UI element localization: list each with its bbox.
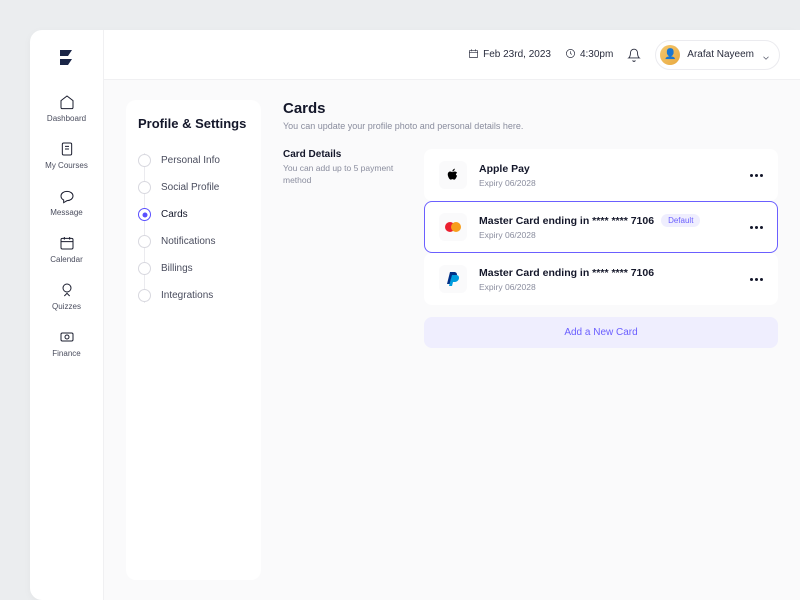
main: Feb 23rd, 2023 4:30pm 👤 Arafat Nayeem Pr… [104, 30, 800, 600]
user-menu[interactable]: 👤 Arafat Nayeem [655, 40, 780, 70]
card-body: Master Card ending in **** **** 7106 Expi… [479, 267, 738, 292]
nav-my-courses[interactable]: My Courses [45, 139, 88, 172]
card-title: Master Card ending in **** **** 7106Defa… [479, 214, 738, 227]
notification-button[interactable] [627, 48, 641, 62]
setting-notifications[interactable]: Notifications [138, 228, 249, 255]
setting-label: Personal Info [161, 155, 220, 166]
nav-calendar[interactable]: Calendar [45, 233, 88, 266]
nav-icon [59, 282, 75, 298]
nav-label: Dashboard [47, 114, 86, 123]
logo [58, 48, 76, 70]
setting-cards[interactable]: Cards [138, 201, 249, 228]
card-body: Master Card ending in **** **** 7106Defa… [479, 214, 738, 240]
setting-social-profile[interactable]: Social Profile [138, 174, 249, 201]
nav-quizzes[interactable]: Quizzes [45, 280, 88, 313]
section-info: Card Details You can add up to 5 payment… [283, 149, 398, 348]
content: Profile & Settings Personal Info Social P… [104, 80, 800, 600]
date-chip: Feb 23rd, 2023 [468, 48, 551, 62]
setting-label: Integrations [161, 290, 213, 301]
card-expiry: Expiry 06/2028 [479, 282, 738, 292]
nav-label: My Courses [45, 161, 88, 170]
radio-icon [138, 262, 151, 275]
card-expiry: Expiry 06/2028 [479, 230, 738, 240]
date-text: Feb 23rd, 2023 [483, 49, 551, 60]
setting-integrations[interactable]: Integrations [138, 282, 249, 309]
payment-card[interactable]: Master Card ending in **** **** 7106Defa… [424, 201, 778, 253]
radio-icon [138, 181, 151, 194]
topbar: Feb 23rd, 2023 4:30pm 👤 Arafat Nayeem [104, 30, 800, 80]
time-text: 4:30pm [580, 49, 613, 60]
default-badge: Default [661, 214, 700, 227]
payment-card[interactable]: Master Card ending in **** **** 7106 Expi… [424, 253, 778, 305]
radio-icon [138, 208, 151, 221]
nav-label: Finance [52, 349, 80, 358]
time-chip: 4:30pm [565, 48, 613, 62]
payment-icon [439, 161, 467, 189]
settings-title: Profile & Settings [138, 116, 249, 131]
payment-icon [439, 265, 467, 293]
card-menu-button[interactable] [750, 226, 763, 229]
nav-icon [59, 329, 75, 345]
setting-label: Social Profile [161, 182, 219, 193]
card-title: Apple Pay [479, 163, 738, 175]
card-section: Card Details You can add up to 5 payment… [283, 149, 778, 348]
app-window: Dashboard My Courses Message Calendar Quizze… [30, 30, 800, 600]
cards-list: Apple PayExpiry 06/2028Master Card endin… [424, 149, 778, 348]
card-menu-button[interactable] [750, 278, 763, 281]
nav-message[interactable]: Message [45, 186, 88, 219]
nav-icon [59, 141, 75, 157]
nav-label: Quizzes [52, 302, 81, 311]
nav-label: Calendar [50, 255, 82, 264]
settings-nav: Profile & Settings Personal Info Social P… [126, 100, 261, 580]
card-menu-button[interactable] [750, 174, 763, 177]
nav-icon [59, 94, 75, 110]
page: Cards You can update your profile photo … [283, 100, 778, 580]
setting-personal-info[interactable]: Personal Info [138, 147, 249, 174]
setting-label: Notifications [161, 236, 215, 247]
payment-icon [439, 213, 467, 241]
card-title: Master Card ending in **** **** 7106 [479, 267, 738, 279]
radio-icon [138, 154, 151, 167]
setting-billings[interactable]: Billings [138, 255, 249, 282]
card-body: Apple Pay Expiry 06/2028 [479, 163, 738, 188]
chevron-down-icon [761, 50, 771, 60]
calendar-icon [468, 48, 479, 62]
nav-label: Message [50, 208, 82, 217]
nav-icon [59, 235, 75, 251]
radio-icon [138, 235, 151, 248]
page-subtitle: You can update your profile photo and pe… [283, 121, 778, 131]
card-expiry: Expiry 06/2028 [479, 178, 738, 188]
setting-label: Cards [161, 209, 188, 220]
clock-icon [565, 48, 576, 62]
nav-dashboard[interactable]: Dashboard [45, 92, 88, 125]
page-title: Cards [283, 100, 778, 117]
section-title: Card Details [283, 149, 398, 160]
section-desc: You can add up to 5 payment method [283, 163, 398, 187]
avatar: 👤 [660, 45, 680, 65]
nav-icon [59, 188, 75, 204]
user-name: Arafat Nayeem [687, 49, 754, 60]
radio-icon [138, 289, 151, 302]
add-card-button[interactable]: Add a New Card [424, 317, 778, 348]
setting-label: Billings [161, 263, 193, 274]
payment-card[interactable]: Apple Pay Expiry 06/2028 [424, 149, 778, 201]
nav-finance[interactable]: Finance [45, 327, 88, 360]
sidebar: Dashboard My Courses Message Calendar Quizze… [30, 30, 104, 600]
